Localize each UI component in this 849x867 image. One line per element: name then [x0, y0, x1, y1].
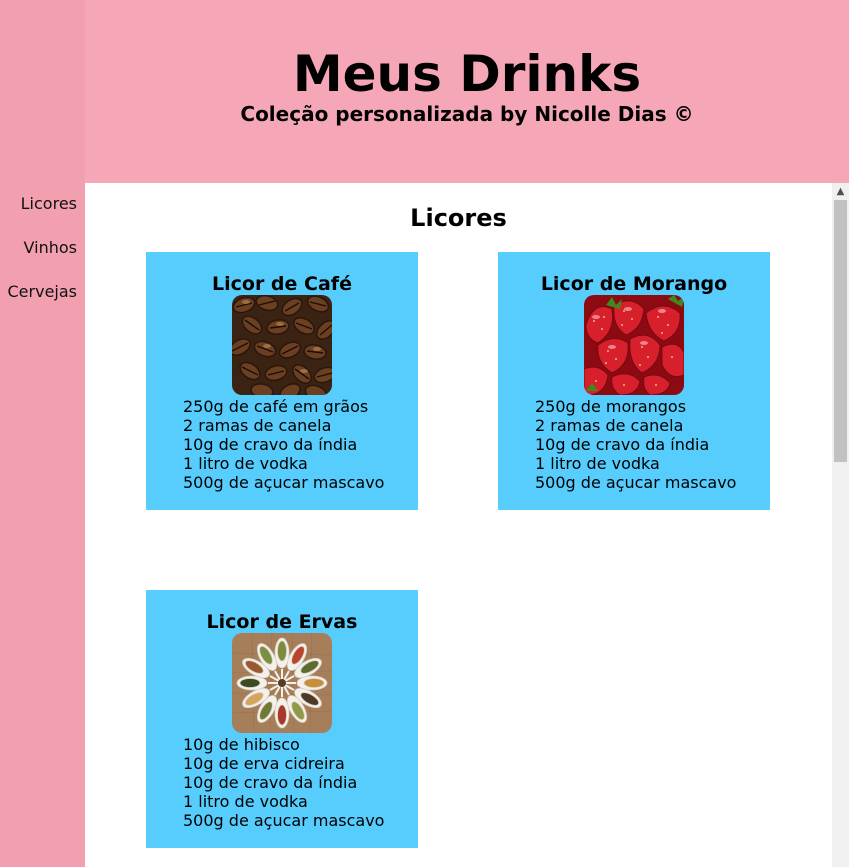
scrollbar-thumb[interactable]	[834, 200, 847, 462]
card-title: Licor de Ervas	[206, 611, 358, 633]
scroll-up-arrow-icon[interactable]: ▲	[832, 183, 849, 200]
ingredient-item: 10g de cravo da índia	[535, 435, 710, 454]
coffee-beans-image	[232, 295, 332, 395]
sidebar-item-vinhos[interactable]: Vinhos	[8, 237, 77, 259]
ingredient-item: 10g de cravo da índia	[183, 435, 358, 454]
ingredients-list: 10g de hibisco 10g de erva cidreira 10g …	[183, 735, 384, 830]
section-title: Licores	[410, 204, 507, 232]
ingredient-item: 10g de cravo da índia	[183, 773, 358, 792]
ingredient-item: 500g de açucar mascavo	[535, 473, 737, 492]
strawberries-image	[584, 295, 684, 395]
ingredient-item: 1 litro de vodka	[183, 454, 308, 473]
ingredients-list: 250g de morangos 2 ramas de canela 10g d…	[535, 397, 736, 492]
vertical-scrollbar[interactable]: ▲	[832, 183, 849, 867]
page-header: Meus Drinks Coleção personalizada by Nic…	[85, 0, 849, 183]
sidebar-item-licores[interactable]: Licores	[8, 193, 77, 215]
card-title: Licor de Morango	[540, 273, 728, 295]
drink-card-cafe: Licor de Café 250g de café em grãos 2 ra…	[146, 252, 418, 510]
sidebar: Licores Vinhos Cervejas	[0, 0, 85, 867]
main-content: Licores Licor de Café 250g de café em gr…	[85, 183, 832, 867]
sidebar-item-cervejas[interactable]: Cervejas	[8, 281, 78, 303]
ingredient-item: 500g de açucar mascavo	[183, 811, 385, 830]
herbs-spoons-image	[232, 633, 332, 733]
page-title: Meus Drinks	[292, 45, 642, 103]
ingredient-item: 2 ramas de canela	[183, 416, 332, 435]
card-title: Licor de Café	[212, 273, 352, 295]
sidebar-nav: Licores Vinhos Cervejas	[8, 193, 78, 325]
drink-card-ervas: Licor de Ervas 10g de hibisco 10g de erv…	[146, 590, 418, 848]
ingredient-item: 1 litro de vodka	[535, 454, 660, 473]
ingredient-item: 2 ramas de canela	[535, 416, 684, 435]
ingredients-list: 250g de café em grãos 2 ramas de canela …	[183, 397, 384, 492]
drink-card-morango: Licor de Morango 250g de morangos 2 rama…	[498, 252, 770, 510]
ingredient-item: 10g de hibisco	[183, 735, 300, 754]
page-subtitle: Coleção personalizada by Nicolle Dias ©	[240, 102, 694, 126]
ingredient-item: 1 litro de vodka	[183, 792, 308, 811]
ingredient-item: 500g de açucar mascavo	[183, 473, 385, 492]
ingredient-item: 10g de erva cidreira	[183, 754, 345, 773]
ingredient-item: 250g de café em grãos	[183, 397, 369, 416]
ingredient-item: 250g de morangos	[535, 397, 687, 416]
